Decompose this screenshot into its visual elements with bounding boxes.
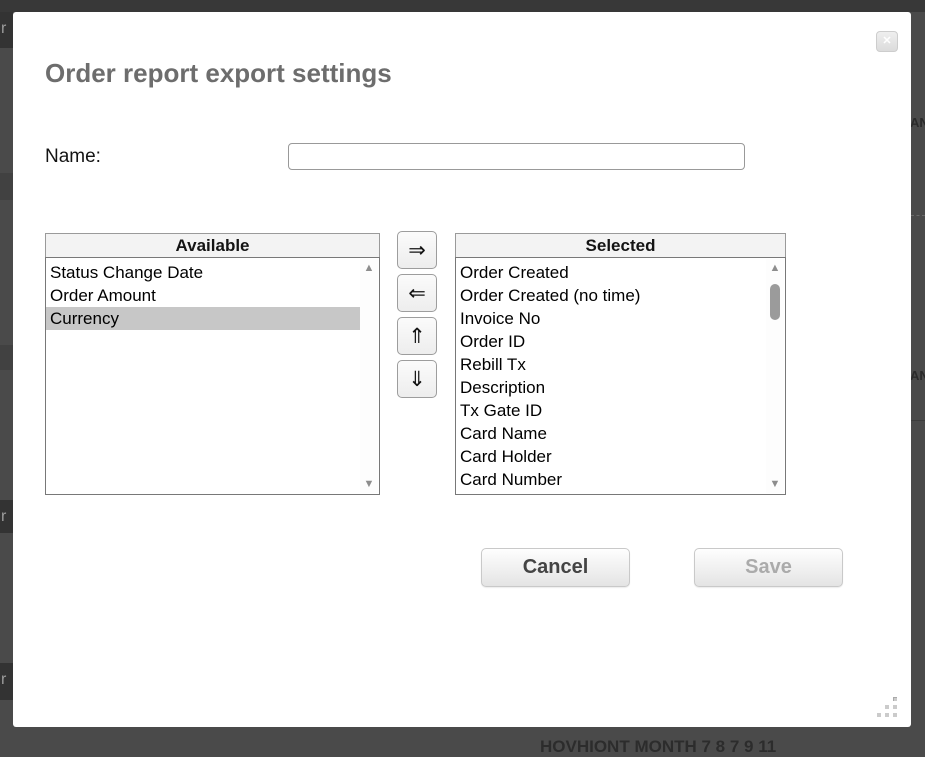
- scroll-down-icon[interactable]: ▼: [766, 478, 784, 490]
- name-input[interactable]: [288, 143, 745, 170]
- scroll-down-icon[interactable]: ▼: [360, 478, 378, 490]
- available-items: Status Change DateOrder AmountCurrency: [46, 261, 379, 330]
- scroll-up-icon[interactable]: ▲: [360, 262, 378, 274]
- move-left-icon[interactable]: ⇐: [397, 274, 437, 312]
- list-item[interactable]: Card Name: [456, 422, 766, 445]
- scroll-up-icon[interactable]: ▲: [766, 262, 784, 274]
- list-item[interactable]: Order Created (no time): [456, 284, 766, 307]
- list-item[interactable]: Currency: [46, 307, 360, 330]
- move-right-icon[interactable]: ⇒: [397, 231, 437, 269]
- selected-listbox[interactable]: Order CreatedOrder Created (no time)Invo…: [455, 257, 786, 495]
- export-settings-dialog: ✕ Order report export settings Name: Ava…: [13, 12, 911, 727]
- list-item[interactable]: Order ID: [456, 330, 766, 353]
- available-header: Available: [45, 233, 380, 257]
- available-listbox[interactable]: Status Change DateOrder AmountCurrency ▲…: [45, 257, 380, 495]
- scrollbar-thumb[interactable]: [770, 284, 780, 320]
- available-panel: Available Status Change DateOrder Amount…: [45, 233, 380, 495]
- overlay-top-band: [0, 0, 925, 12]
- selected-panel: Selected Order CreatedOrder Created (no …: [455, 233, 786, 495]
- move-up-icon[interactable]: ⇑: [397, 317, 437, 355]
- cancel-button[interactable]: Cancel: [481, 548, 630, 587]
- fragment-text: r: [1, 508, 6, 525]
- background-row-fragment: [0, 173, 13, 200]
- background-button-fragment: r: [0, 12, 13, 48]
- background-clipped-text: HOVHIONT MONTH 7 8 7 9 11: [540, 737, 776, 757]
- background-text-fragment: AN: [910, 113, 925, 132]
- selected-header: Selected: [455, 233, 786, 257]
- selected-scrollbar[interactable]: ▲ ▼: [766, 259, 784, 493]
- list-item[interactable]: Rebill Tx: [456, 353, 766, 376]
- background-button-fragment: r: [0, 500, 13, 533]
- list-item[interactable]: Description: [456, 376, 766, 399]
- list-item[interactable]: Invoice No: [456, 307, 766, 330]
- list-item[interactable]: Card Number: [456, 468, 766, 491]
- list-item[interactable]: Order Amount: [46, 284, 360, 307]
- fragment-text: r: [1, 671, 6, 688]
- list-item[interactable]: Tx Gate ID: [456, 399, 766, 422]
- available-scrollbar[interactable]: ▲ ▼: [360, 259, 378, 493]
- name-label: Name:: [45, 146, 101, 168]
- move-down-icon[interactable]: ⇓: [397, 360, 437, 398]
- dialog-title: Order report export settings: [45, 58, 392, 89]
- transfer-buttons: ⇒ ⇐ ⇑ ⇓: [397, 231, 437, 403]
- resize-grip[interactable]: [877, 697, 898, 718]
- background-divider: [911, 215, 925, 216]
- list-item[interactable]: Order Created: [456, 261, 766, 284]
- save-button[interactable]: Save: [694, 548, 843, 587]
- background-divider: [911, 420, 925, 421]
- background-button-fragment: r: [0, 663, 13, 700]
- list-item[interactable]: Card Holder: [456, 445, 766, 468]
- list-item[interactable]: Status Change Date: [46, 261, 360, 284]
- selected-items: Order CreatedOrder Created (no time)Invo…: [456, 261, 785, 491]
- background-text-fragment: AN: [910, 366, 925, 385]
- close-icon[interactable]: ✕: [876, 31, 898, 52]
- background-row-fragment: [0, 345, 13, 370]
- fragment-text: r: [1, 20, 6, 37]
